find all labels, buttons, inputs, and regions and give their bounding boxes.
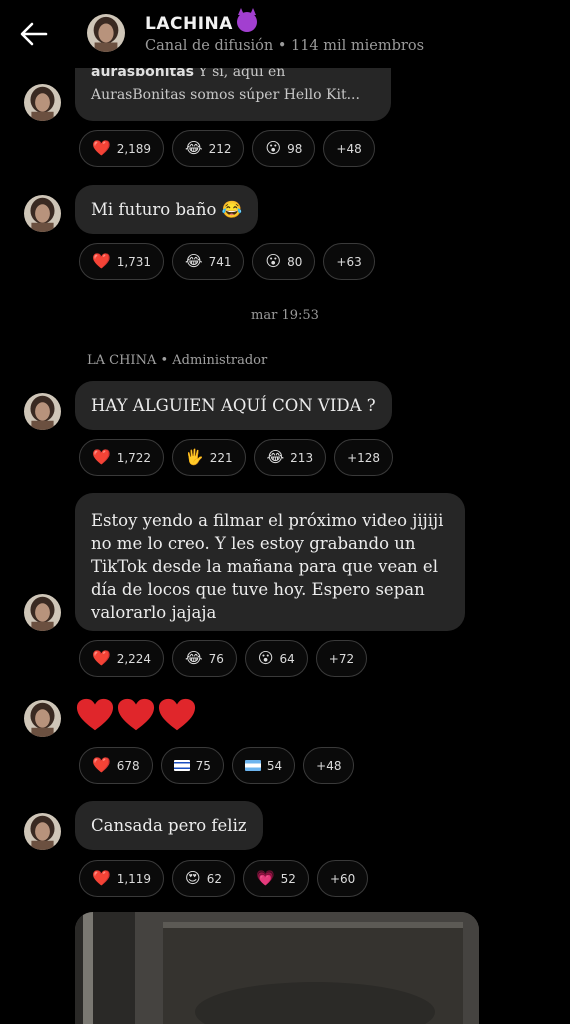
reaction-chip[interactable]: ❤️ 1,722 <box>79 439 165 476</box>
sender-avatar[interactable] <box>24 813 61 850</box>
heart-icon <box>76 698 114 731</box>
reaction-chip[interactable]: 54 <box>231 747 296 784</box>
heart-emoji-icon: ❤️ <box>92 252 111 270</box>
laughing-emoji-icon: 😂 <box>266 448 285 466</box>
reaction-chip[interactable]: 75 <box>160 747 224 784</box>
more-reactions-chip[interactable]: +128 <box>334 439 394 476</box>
reaction-chip[interactable]: 😮 64 <box>244 640 308 677</box>
more-reactions-chip[interactable]: +48 <box>303 747 355 784</box>
reaction-bar: ❤️ 1,731 😂 741 😮 80 +63 <box>79 243 375 280</box>
more-reactions-chip[interactable]: +60 <box>316 860 369 897</box>
reaction-bar: ❤️ 2,224 😂 76 😮 64 +72 <box>79 640 368 677</box>
message-line: no me lo creo. Y les estoy grabando un <box>91 534 416 553</box>
sender-avatar[interactable] <box>24 195 61 232</box>
message-text: Mi futuro baño 😂 <box>91 200 243 219</box>
sender-avatar[interactable] <box>24 700 61 737</box>
reaction-chip[interactable]: 😂 212 <box>172 130 245 167</box>
laughing-emoji-icon: 😂 <box>185 139 203 157</box>
more-reactions-chip[interactable]: +72 <box>315 640 368 677</box>
sender-avatar[interactable] <box>24 84 61 121</box>
reaction-chip[interactable]: 💗 52 <box>242 860 309 897</box>
channel-name: LACHINA <box>145 14 233 34</box>
reaction-chip[interactable]: 😮 98 <box>252 130 316 167</box>
heart-emoji-icon: ❤️ <box>92 869 111 887</box>
raised-hand-emoji-icon: 🖐 <box>185 448 204 466</box>
author-label: LA CHINA • Administrador <box>87 353 268 368</box>
reaction-chip[interactable]: ❤️ 1,731 <box>79 243 165 280</box>
back-button[interactable] <box>18 18 58 52</box>
reaction-chip[interactable]: 😍 62 <box>172 860 235 897</box>
channel-header: LACHINA Canal de difusión • 114 mil miem… <box>0 0 570 68</box>
channel-subtitle: Canal de difusión • 114 mil miembros <box>145 38 425 54</box>
quote-line-2: AurasBonitas somos súper Hello Kit... <box>91 87 360 103</box>
more-reactions-chip[interactable]: +63 <box>323 243 375 280</box>
message-line: valorarlo jajaja <box>91 603 217 622</box>
reaction-bar: ❤️ 1,722 🖐 221 😂 213 +128 <box>79 439 394 476</box>
argentina-flag-icon <box>244 760 261 771</box>
arrow-left-icon <box>20 22 48 46</box>
reaction-bar: ❤️ 1,119 😍 62 💗 52 +60 <box>79 860 369 897</box>
message-bubble[interactable]: Estoy yendo a filmar el próximo video ji… <box>75 493 465 631</box>
surprised-emoji-icon: 😮 <box>257 649 274 667</box>
heart-emoji-icon: ❤️ <box>92 448 111 466</box>
laughing-emoji-icon: 😂 <box>185 649 203 667</box>
photo-thumbnail <box>75 912 479 1024</box>
reaction-chip[interactable]: 😂 76 <box>172 640 237 677</box>
reaction-bar: ❤️ 678 75 54 +48 <box>79 747 355 784</box>
heart-emoji-icon: ❤️ <box>92 649 111 667</box>
heart-icon <box>158 698 196 731</box>
message-bubble[interactable]: Cansada pero feliz <box>75 801 263 850</box>
israel-flag-icon <box>173 760 190 771</box>
sparkling-heart-emoji-icon: 💗 <box>255 869 275 887</box>
devil-emoji-icon <box>236 8 257 32</box>
hearts-message[interactable] <box>76 697 196 733</box>
reaction-chip[interactable]: ❤️ 678 <box>79 747 153 784</box>
surprised-emoji-icon: 😮 <box>265 252 282 270</box>
reaction-chip[interactable]: 😮 80 <box>252 243 316 280</box>
message-bubble[interactable]: Mi futuro baño 😂 <box>75 185 259 234</box>
laughing-emoji-icon: 😂 <box>185 252 203 270</box>
message-line: Estoy yendo a filmar el próximo video ji… <box>91 511 444 530</box>
message-text: Cansada pero feliz <box>91 816 247 835</box>
heart-emoji-icon: ❤️ <box>92 756 111 774</box>
sender-avatar[interactable] <box>24 393 61 430</box>
media-message-image[interactable] <box>75 912 479 1024</box>
channel-avatar[interactable] <box>87 14 125 52</box>
heart-emoji-icon: ❤️ <box>92 139 111 157</box>
reaction-chip[interactable]: ❤️ 2,189 <box>79 130 165 167</box>
surprised-emoji-icon: 😮 <box>265 139 282 157</box>
more-reactions-chip[interactable]: +48 <box>323 130 375 167</box>
message-bubble[interactable]: HAY ALGUIEN AQUÍ CON VIDA ? <box>75 381 392 430</box>
reaction-chip[interactable]: ❤️ 1,119 <box>79 860 165 897</box>
message-line: día de locos que tuve hoy. Espero sepan <box>91 580 425 599</box>
sender-avatar[interactable] <box>24 594 61 631</box>
reaction-chip[interactable]: 😂 213 <box>253 439 327 476</box>
reaction-chip[interactable]: 😂 741 <box>172 243 245 280</box>
message-text: HAY ALGUIEN AQUÍ CON VIDA ? <box>91 396 376 415</box>
channel-title[interactable]: LACHINA <box>145 8 257 34</box>
reaction-chip[interactable]: ❤️ 2,224 <box>79 640 165 677</box>
message-line: TikTok desde la mañana para que vean el <box>91 557 438 576</box>
date-separator: mar 19:53 <box>251 308 319 323</box>
heart-eyes-emoji-icon: 😍 <box>185 869 201 887</box>
heart-icon <box>117 698 155 731</box>
reaction-chip[interactable]: 🖐 221 <box>172 439 246 476</box>
reaction-bar: ❤️ 2,189 😂 212 😮 98 +48 <box>79 130 375 167</box>
